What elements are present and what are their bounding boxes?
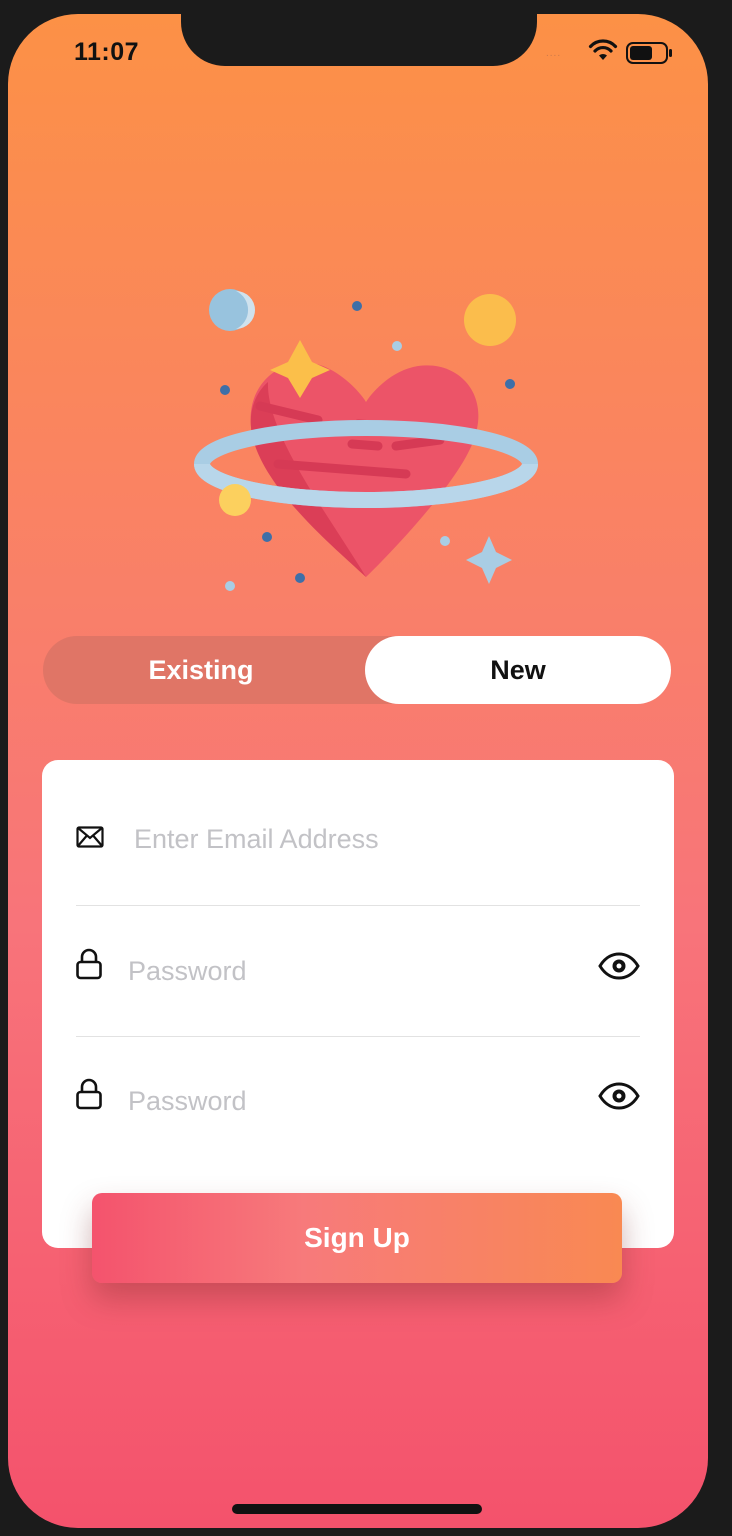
password-input[interactable] [126,950,580,992]
eye-icon[interactable] [598,952,640,980]
confirm-password-field [42,1022,674,1152]
account-type-segmented-control: Existing New [43,636,671,704]
signup-form-card [42,760,674,1248]
lock-icon [76,948,102,980]
signup-button[interactable]: Sign Up [92,1193,622,1283]
eye-icon[interactable] [598,1082,640,1110]
status-time: 11:07 [74,38,140,66]
signal-icon: .... [546,48,562,59]
lock-icon [76,1078,102,1110]
email-input[interactable] [132,818,616,860]
home-indicator[interactable] [232,1504,482,1514]
heart-planet-illustration [194,289,538,591]
tab-existing[interactable]: Existing [43,636,359,704]
device-notch [181,14,537,66]
battery-icon [626,42,672,64]
confirm-password-input[interactable] [126,1080,580,1122]
email-field [42,760,674,890]
wifi-icon [588,39,618,60]
app-screen: 11:07 .... Existing New Enter Email Addr… [8,14,708,1528]
tab-new[interactable]: New [365,636,671,704]
password-field [42,892,674,1022]
envelope-icon [76,826,104,848]
